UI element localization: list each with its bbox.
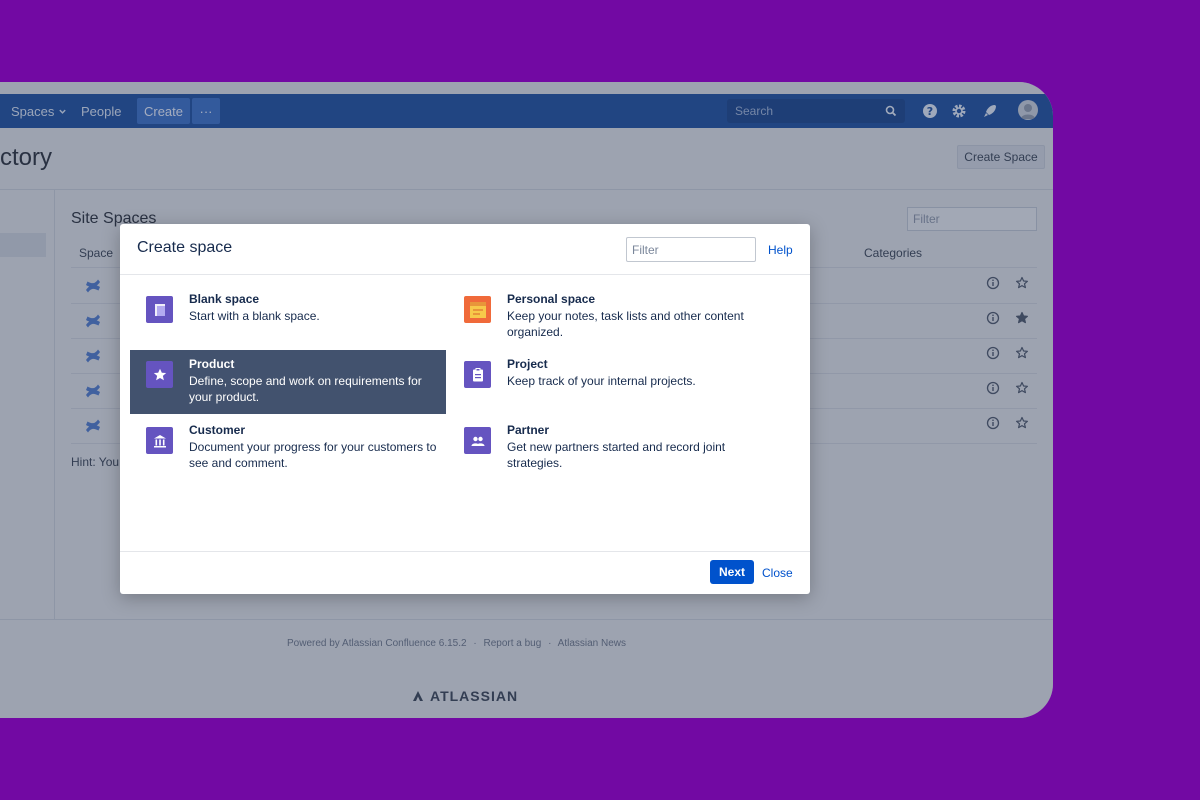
template-blank-space[interactable]: Blank space Start with a blank space. <box>130 285 446 349</box>
template-partner[interactable]: Partner Get new partners started and rec… <box>448 416 764 480</box>
template-name: Blank space <box>189 292 260 306</box>
template-name: Customer <box>189 423 246 437</box>
template-product[interactable]: Product Define, scope and work on requir… <box>130 350 446 414</box>
people-icon <box>464 427 491 454</box>
template-description: Document your progress for your customer… <box>189 440 437 470</box>
template-description: Start with a blank space. <box>189 309 320 323</box>
star-icon <box>146 361 173 388</box>
template-name: Personal space <box>507 292 596 306</box>
template-description: Keep track of your internal projects. <box>507 374 696 388</box>
template-filter-input[interactable]: Filter <box>626 237 756 262</box>
bank-icon <box>146 427 173 454</box>
dialog-divider <box>120 274 810 275</box>
template-name: Partner <box>507 423 550 437</box>
template-personal-space[interactable]: Personal space Keep your notes, task lis… <box>448 285 764 349</box>
template-description: Get new partners started and record join… <box>507 440 726 470</box>
clipboard-icon <box>464 361 491 388</box>
template-name: Project <box>507 357 548 371</box>
personal-space-icon <box>464 296 491 323</box>
close-button[interactable]: Close <box>762 566 793 580</box>
help-link[interactable]: Help <box>768 243 793 257</box>
create-space-dialog: Create space Filter Help Blank space Sta… <box>120 224 810 594</box>
template-customer[interactable]: Customer Document your progress for your… <box>130 416 446 480</box>
blank-page-icon <box>146 296 173 323</box>
template-project[interactable]: Project Keep track of your internal proj… <box>448 350 764 414</box>
next-button[interactable]: Next <box>710 560 754 584</box>
dialog-title: Create space <box>137 239 233 256</box>
template-name: Product <box>189 357 235 371</box>
dialog-divider <box>120 551 810 552</box>
template-description: Define, scope and work on requirements f… <box>189 374 422 404</box>
template-description: Keep your notes, task lists and other co… <box>507 309 744 339</box>
